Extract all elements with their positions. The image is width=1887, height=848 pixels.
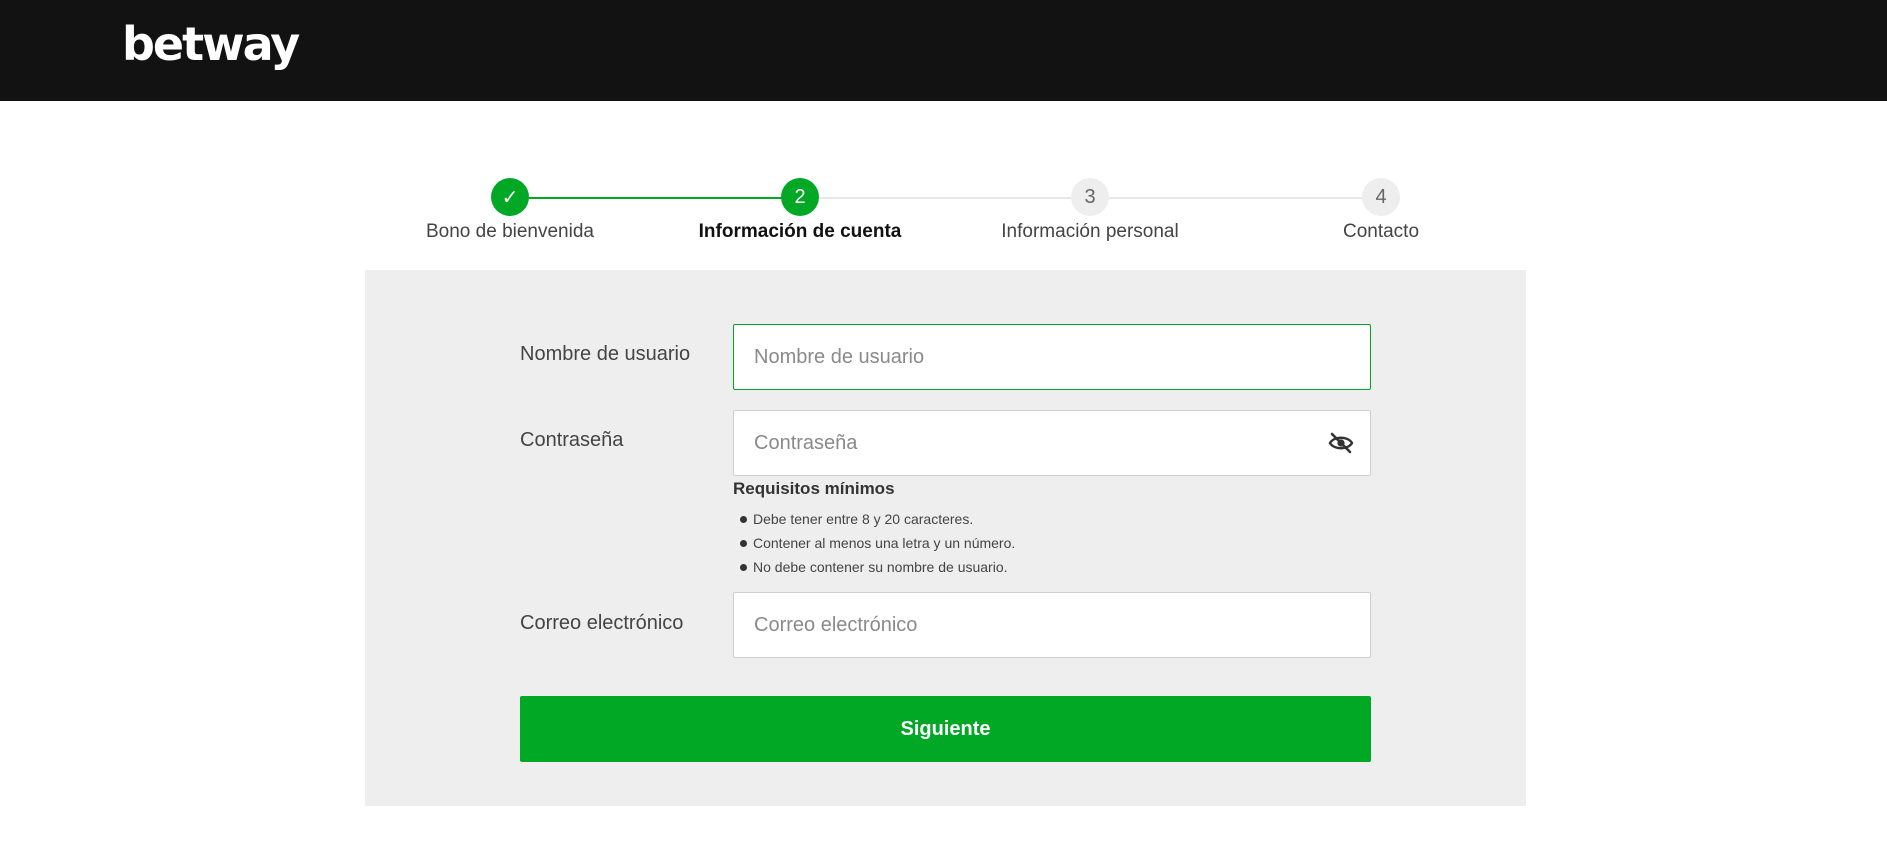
- step-3-number: 3: [1071, 178, 1109, 216]
- step-4-label: Contacto: [1342, 221, 1420, 242]
- password-field[interactable]: [733, 410, 1371, 476]
- step-connector-done: [510, 197, 800, 199]
- step-2-number: 2: [781, 178, 819, 216]
- requirement-item: Contener al menos una letra y un número.: [740, 531, 1015, 555]
- email-input[interactable]: [734, 593, 1370, 657]
- next-button[interactable]: Siguiente: [520, 696, 1371, 762]
- password-input[interactable]: [734, 411, 1370, 475]
- bullet-icon: [740, 539, 747, 547]
- eye-slash-icon[interactable]: [1328, 432, 1354, 454]
- email-field[interactable]: [733, 592, 1371, 658]
- username-label: Nombre de usuario: [520, 343, 691, 365]
- username-field[interactable]: [733, 324, 1371, 390]
- step-2-label: Información de cuenta: [698, 221, 902, 242]
- email-label: Correo electrónico: [520, 612, 684, 634]
- password-requirements-list: Debe tener entre 8 y 20 caracteres. Cont…: [740, 507, 1015, 579]
- step-1-label: Bono de bienvenida: [426, 221, 594, 242]
- username-input[interactable]: [734, 325, 1370, 389]
- registration-stepper: ✓ Bono de bienvenida 2 Información de cu…: [0, 0, 1887, 260]
- step-1-check-icon: ✓: [491, 178, 529, 216]
- requirement-text: Debe tener entre 8 y 20 caracteres.: [753, 511, 974, 527]
- bullet-icon: [740, 563, 747, 571]
- requirement-text: Contener al menos una letra y un número.: [753, 535, 1016, 551]
- step-4-number: 4: [1362, 178, 1400, 216]
- password-label: Contraseña: [520, 429, 624, 451]
- step-3-label: Información personal: [1001, 221, 1179, 242]
- bullet-icon: [740, 515, 747, 523]
- requirement-item: Debe tener entre 8 y 20 caracteres.: [740, 507, 1015, 531]
- password-requirements-title: Requisitos mínimos: [733, 479, 895, 498]
- requirement-item: No debe contener su nombre de usuario.: [740, 555, 1015, 579]
- requirement-text: No debe contener su nombre de usuario.: [753, 559, 1008, 575]
